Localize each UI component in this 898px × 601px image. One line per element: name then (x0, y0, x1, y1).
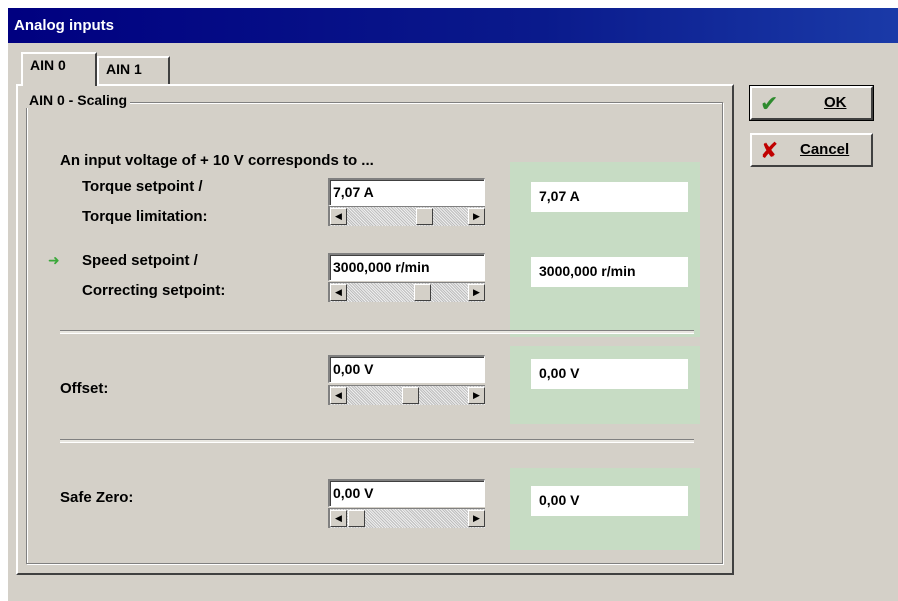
tab-ain-0[interactable]: AIN 0 (21, 52, 97, 86)
safe-zero-label: Safe Zero: (60, 489, 134, 506)
intro-text: An input voltage of + 10 V corresponds t… (60, 152, 374, 169)
scroll-right-icon[interactable]: ▶ (468, 208, 485, 225)
separator-1 (60, 330, 694, 334)
speed-readout: 3000,000 r/min (531, 257, 688, 287)
scroll-right-icon[interactable]: ▶ (468, 387, 485, 404)
window-title: Analog inputs (8, 8, 898, 43)
ok-button-label: OK (824, 94, 847, 111)
scroll-left-icon[interactable]: ◀ (330, 387, 347, 404)
tab-panel-ain-0: AIN 0 - Scaling An input voltage of + 10… (16, 84, 734, 575)
ok-button[interactable]: ✔ OK (749, 85, 874, 121)
scroll-left-icon[interactable]: ◀ (330, 510, 347, 527)
torque-limitation-label: Torque limitation: (82, 208, 208, 225)
scroll-right-icon[interactable]: ▶ (468, 284, 485, 301)
speed-scrollbar[interactable]: ◀ ▶ (328, 282, 485, 302)
green-arrow-icon: ➜ (48, 252, 60, 268)
analog-inputs-window: Analog inputs AIN 0 AIN 1 AIN 0 - Scalin… (8, 8, 898, 601)
speed-scroll-thumb[interactable] (414, 284, 431, 301)
correcting-setpoint-label: Correcting setpoint: (82, 282, 226, 299)
offset-readout: 0,00 V (531, 359, 688, 389)
scaling-group-legend: AIN 0 - Scaling (26, 92, 131, 108)
speed-input[interactable]: 3000,000 r/min (328, 253, 485, 281)
tab-ain-1[interactable]: AIN 1 (97, 56, 170, 84)
cross-icon: ✘ (760, 138, 779, 163)
safe-zero-input[interactable]: 0,00 V (328, 479, 485, 507)
cancel-button-label: Cancel (800, 141, 850, 158)
torque-scrollbar[interactable]: ◀ ▶ (328, 206, 485, 226)
safe-zero-scrollbar[interactable]: ◀ ▶ (328, 508, 485, 528)
offset-scrollbar[interactable]: ◀ ▶ (328, 385, 485, 405)
torque-setpoint-label: Torque setpoint / (82, 178, 203, 195)
torque-readout: 7,07 A (531, 182, 688, 212)
offset-scroll-thumb[interactable] (402, 387, 419, 404)
checkmark-icon: ✔ (760, 91, 779, 116)
safe-zero-scroll-thumb[interactable] (348, 510, 365, 527)
cancel-button[interactable]: ✘ Cancel (750, 133, 873, 167)
separator-2 (60, 439, 694, 443)
speed-setpoint-label: Speed setpoint / (82, 252, 198, 269)
offset-label: Offset: (60, 380, 109, 397)
scroll-left-icon[interactable]: ◀ (330, 284, 347, 301)
torque-input[interactable]: 7,07 A (328, 178, 485, 206)
scroll-right-icon[interactable]: ▶ (468, 510, 485, 527)
scroll-left-icon[interactable]: ◀ (330, 208, 347, 225)
offset-input[interactable]: 0,00 V (328, 355, 485, 383)
torque-scroll-thumb[interactable] (416, 208, 433, 225)
safe-zero-readout: 0,00 V (531, 486, 688, 516)
